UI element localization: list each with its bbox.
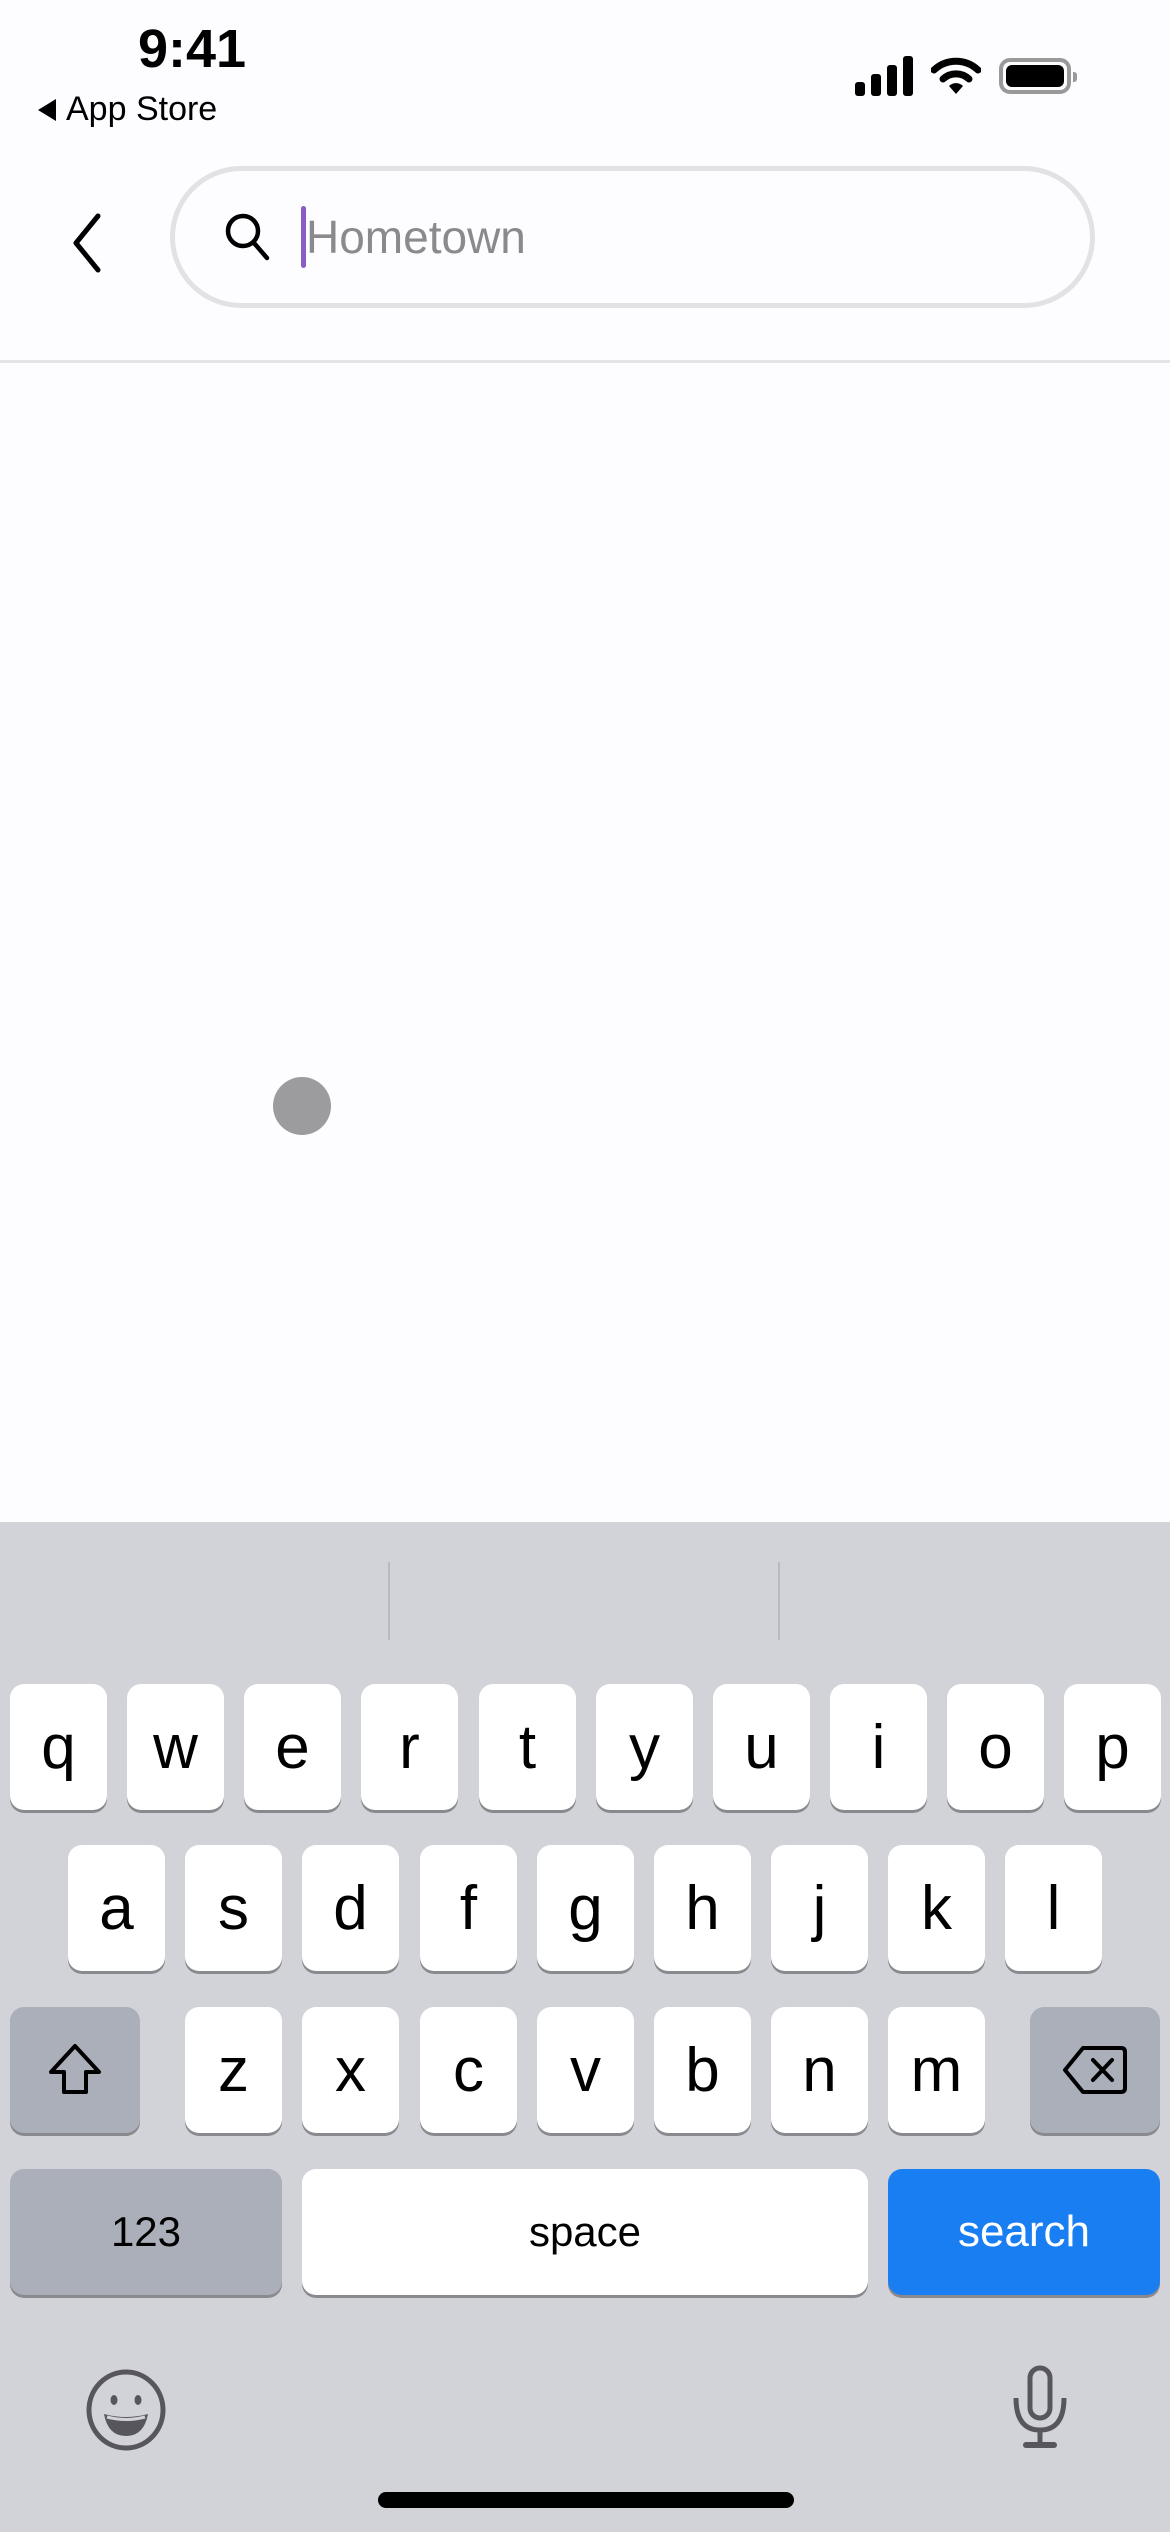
key-u[interactable]: u [713, 1684, 810, 1810]
key-g[interactable]: g [537, 1845, 634, 1971]
key-v[interactable]: v [537, 2007, 634, 2133]
key-n[interactable]: n [771, 2007, 868, 2133]
key-e[interactable]: e [244, 1684, 341, 1810]
back-app-label: App Store [66, 90, 218, 128]
keyboard: q w e r t y u i o p a s d f g h j k l z … [0, 1522, 1170, 2532]
key-z[interactable]: z [185, 2007, 282, 2133]
key-r[interactable]: r [361, 1684, 458, 1810]
delete-key[interactable] [1030, 2007, 1160, 2133]
key-s[interactable]: s [185, 1845, 282, 1971]
chevron-left-icon[interactable] [66, 208, 116, 278]
key-h[interactable]: h [654, 1845, 751, 1971]
key-p[interactable]: p [1064, 1684, 1161, 1810]
key-l[interactable]: l [1005, 1845, 1102, 1971]
key-a[interactable]: a [68, 1845, 165, 1971]
shift-key[interactable] [10, 2007, 140, 2133]
back-triangle-icon [38, 98, 56, 121]
key-b[interactable]: b [654, 2007, 751, 2133]
home-indicator[interactable] [378, 2492, 794, 2508]
key-i[interactable]: i [830, 1684, 927, 1810]
key-o[interactable]: o [947, 1684, 1044, 1810]
header-divider [0, 360, 1170, 363]
status-time: 9:41 [138, 19, 247, 79]
numbers-key[interactable]: 123 [10, 2169, 282, 2295]
key-k[interactable]: k [888, 1845, 985, 1971]
search-icon [225, 213, 270, 261]
key-w[interactable]: w [127, 1684, 224, 1810]
search-return-key[interactable]: search [888, 2169, 1160, 2295]
key-y[interactable]: y [596, 1684, 693, 1810]
touch-indicator [273, 1077, 331, 1135]
key-x[interactable]: x [302, 2007, 399, 2133]
prediction-divider [778, 1562, 780, 1640]
emoji-smiley-icon[interactable] [84, 2368, 168, 2452]
key-j[interactable]: j [771, 1845, 868, 1971]
key-m[interactable]: m [888, 2007, 985, 2133]
cellular-signal-icon [855, 56, 913, 96]
key-f[interactable]: f [420, 1845, 517, 1971]
key-c[interactable]: c [420, 2007, 517, 2133]
battery-full-icon [999, 58, 1077, 94]
shift-arrow-icon [49, 2044, 101, 2094]
backspace-icon [1063, 2046, 1127, 2094]
wifi-icon [931, 57, 981, 94]
search-field[interactable] [170, 166, 1095, 308]
key-d[interactable]: d [302, 1845, 399, 1971]
status-icons [855, 56, 1077, 96]
back-to-app-store-link[interactable]: App Store [38, 90, 217, 129]
key-t[interactable]: t [479, 1684, 576, 1810]
space-key[interactable]: space [302, 2169, 868, 2295]
prediction-divider [388, 1562, 390, 1640]
key-q[interactable]: q [10, 1684, 107, 1810]
hometown-search-input[interactable] [306, 207, 1006, 267]
microphone-icon[interactable] [1010, 2364, 1070, 2452]
